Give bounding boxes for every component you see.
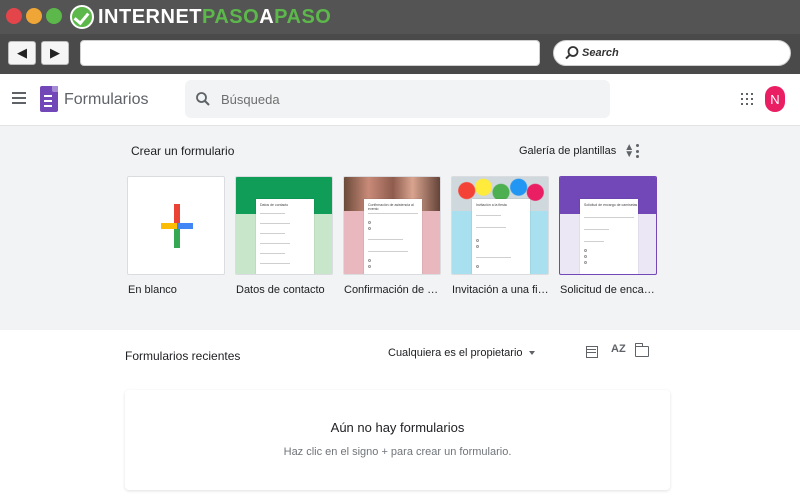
- forward-arrow-icon: ▶: [50, 45, 60, 60]
- section-heading: Crear un formulario: [131, 144, 235, 158]
- tshirt-form-preview: Solicitud de encargo de camisetas: [580, 199, 638, 274]
- template-section: Crear un formulario Galería de plantilla…: [0, 126, 800, 330]
- app-title: Formularios: [64, 91, 149, 108]
- template-card-party[interactable]: Invitación a la fiesta: [451, 176, 549, 275]
- browser-titlebar: INTERNET PASO A PASO: [0, 0, 800, 34]
- party-form-preview: Invitación a la fiesta: [472, 199, 530, 274]
- site-watermark: INTERNET PASO A PASO: [70, 4, 331, 30]
- empty-state-panel: Aún no hay formularios Haz clic en el si…: [125, 390, 670, 490]
- rsvp-form-preview: Confirmación de asistencia al evento: [364, 199, 422, 274]
- template-gallery-button[interactable]: Galería de plantillas ▲ ▼: [519, 142, 635, 160]
- expand-collapse-icon: ▲ ▼: [624, 142, 635, 160]
- back-button[interactable]: ◀: [8, 41, 36, 65]
- sort-az-icon[interactable]: AZ: [611, 343, 626, 355]
- search-input[interactable]: Búsqueda: [185, 80, 610, 118]
- template-label-blank: En blanco: [128, 284, 177, 296]
- folder-icon[interactable]: [635, 343, 649, 357]
- owner-filter-dropdown[interactable]: Cualquiera es el propietario: [388, 347, 535, 359]
- browser-search-field[interactable]: Search: [553, 40, 791, 66]
- address-bar[interactable]: [80, 40, 540, 66]
- account-avatar[interactable]: N: [765, 86, 785, 112]
- brand-text-4: PASO: [274, 5, 332, 28]
- brand-text-1: INTERNET: [98, 5, 202, 28]
- owner-filter-label: Cualquiera es el propietario: [388, 347, 523, 359]
- forward-button[interactable]: ▶: [41, 41, 69, 65]
- template-card-blank[interactable]: [127, 176, 225, 275]
- contact-form-preview: Datos de contacto: [256, 199, 314, 274]
- template-label-rsvp: Confirmación de asistencia al evento: [344, 284, 444, 296]
- empty-state-title: Aún no hay formularios: [330, 420, 465, 435]
- template-label-party: Invitación a una fiesta: [452, 284, 552, 296]
- brand-text-2: PASO: [202, 5, 260, 28]
- checkmark-logo-icon: [70, 5, 94, 29]
- more-options-icon[interactable]: [636, 144, 640, 158]
- maximize-window-button[interactable]: [46, 8, 62, 24]
- main-menu-icon[interactable]: [12, 92, 26, 104]
- recent-forms-heading: Formularios recientes: [125, 349, 241, 363]
- template-card-tshirt[interactable]: Solicitud de encargo de camisetas: [559, 176, 657, 275]
- google-apps-icon[interactable]: [741, 93, 753, 105]
- template-card-contact[interactable]: Datos de contacto: [235, 176, 333, 275]
- search-placeholder: Búsqueda: [221, 91, 280, 107]
- template-gallery-label: Galería de plantillas: [519, 145, 617, 157]
- list-view-icon[interactable]: [586, 346, 598, 358]
- dropdown-caret-icon: [528, 351, 535, 355]
- search-icon: [565, 46, 579, 60]
- empty-state-subtitle: Haz clic en el signo + para crear un for…: [283, 446, 512, 458]
- brand-text-3: A: [259, 5, 275, 28]
- template-label-tshirt: Solicitud de encargo de camisetas: [560, 284, 656, 296]
- template-card-rsvp[interactable]: Confirmación de asistencia al evento: [343, 176, 441, 275]
- close-window-button[interactable]: [6, 8, 22, 24]
- browser-search-placeholder: Search: [582, 47, 619, 59]
- template-label-contact: Datos de contacto: [236, 284, 325, 296]
- minimize-window-button[interactable]: [26, 8, 42, 24]
- forms-logo-icon[interactable]: [40, 86, 58, 112]
- back-arrow-icon: ◀: [17, 45, 27, 60]
- search-icon: [196, 92, 210, 106]
- browser-toolbar: ◀ ▶ Search: [0, 34, 800, 74]
- plus-icon: [161, 204, 193, 248]
- app-header: Formularios Búsqueda N: [0, 74, 800, 126]
